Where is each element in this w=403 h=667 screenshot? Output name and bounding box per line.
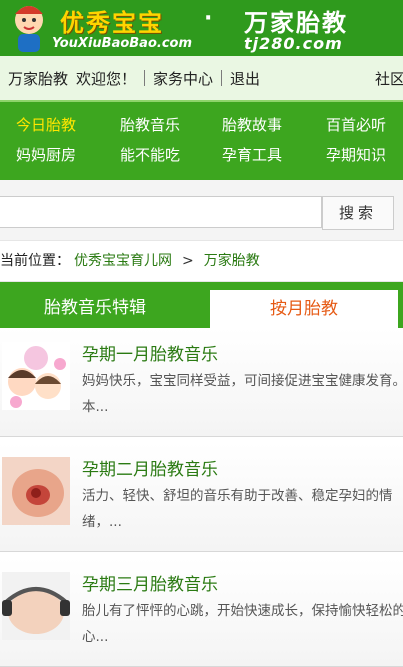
list-item[interactable]: 孕期二月胎教音乐 活力、轻快、舒坦的音乐有助于改善、稳定孕妇的情绪，...	[0, 443, 403, 552]
main-menu: 今日胎教 胎教音乐 胎教故事 百首必听 妈妈厨房 能不能吃 孕育工具 孕期知识	[0, 100, 403, 180]
menu-item-knowledge[interactable]: 孕期知识	[326, 144, 386, 165]
fetus-thumbnail	[2, 457, 70, 525]
search-button[interactable]: 搜索	[322, 196, 394, 230]
welcome-text: 欢迎您！	[76, 69, 137, 88]
article-title[interactable]: 孕期二月胎教音乐	[82, 455, 218, 480]
menu-item-tools[interactable]: 孕育工具	[222, 144, 282, 165]
mother-baby-thumbnail	[2, 342, 70, 410]
article-title[interactable]: 孕期一月胎教音乐	[82, 340, 218, 365]
article-summary: 妈妈快乐，宝宝同样受益，可间接促进宝宝健康发育。本...	[82, 373, 403, 415]
breadcrumb-prefix: 当前位置：	[0, 253, 70, 269]
baby-mascot-icon	[15, 6, 43, 52]
menu-item-stories[interactable]: 胎教故事	[222, 114, 282, 135]
menu-item-music[interactable]: 胎教音乐	[120, 114, 180, 135]
list-item[interactable]: 孕期三月胎教音乐 胎儿有了怦怦的心跳，开始快速成长，保持愉快轻松的心...	[0, 558, 403, 667]
brand-url: YouXiuBaoBao.com	[52, 36, 193, 51]
pregnant-belly-thumbnail	[2, 572, 70, 640]
tab-bar: 胎教音乐特辑 按月胎教	[0, 282, 403, 328]
brand-separator: ·	[204, 6, 213, 31]
nav-housework-link[interactable]: 家务中心	[153, 68, 213, 89]
article-title[interactable]: 孕期三月胎教音乐	[82, 570, 218, 595]
brand-title-secondary: 万家胎教	[244, 9, 348, 37]
breadcrumb-separator: >	[182, 253, 194, 269]
list-item[interactable]: 孕期一月胎教音乐 妈妈快乐，宝宝同样受益，可间接促进宝宝健康发育。本...	[0, 328, 403, 437]
top-nav: 万家胎教 欢迎您！ 家务中心 退出 社区	[0, 56, 403, 100]
menu-item-today[interactable]: 今日胎教	[16, 114, 76, 135]
nav-divider	[221, 70, 223, 86]
search-bar: 搜索	[0, 180, 403, 240]
tab-music-special[interactable]: 胎教音乐特辑	[44, 293, 146, 318]
brand-url-secondary: tj280.com	[244, 34, 343, 53]
menu-item-can-eat[interactable]: 能不能吃	[120, 144, 180, 165]
breadcrumb: 当前位置： 优秀宝宝育儿网 > 万家胎教	[0, 240, 403, 282]
community-link[interactable]: 社区	[375, 68, 403, 89]
header-banner[interactable]: 优秀宝宝 · 万家胎教 YouXiuBaoBao.com tj280.com	[0, 0, 403, 56]
article-summary: 活力、轻快、舒坦的音乐有助于改善、稳定孕妇的情绪，...	[82, 488, 393, 530]
nav-divider	[144, 70, 146, 86]
search-input[interactable]	[0, 196, 322, 228]
breadcrumb-home-link[interactable]: 优秀宝宝育儿网	[74, 253, 172, 269]
brand-title: 优秀宝宝	[60, 9, 164, 37]
article-list: 孕期一月胎教音乐 妈妈快乐，宝宝同样受益，可间接促进宝宝健康发育。本... 孕期…	[0, 328, 403, 667]
tab-by-month[interactable]: 按月胎教	[210, 290, 398, 328]
article-summary: 胎儿有了怦怦的心跳，开始快速成长，保持愉快轻松的心...	[82, 603, 403, 645]
logout-link[interactable]: 退出	[230, 68, 260, 89]
breadcrumb-current-link[interactable]: 万家胎教	[204, 253, 260, 269]
nav-home-link[interactable]: 万家胎教	[8, 68, 68, 89]
menu-item-kitchen[interactable]: 妈妈厨房	[16, 144, 76, 165]
menu-item-top100[interactable]: 百首必听	[326, 114, 386, 135]
